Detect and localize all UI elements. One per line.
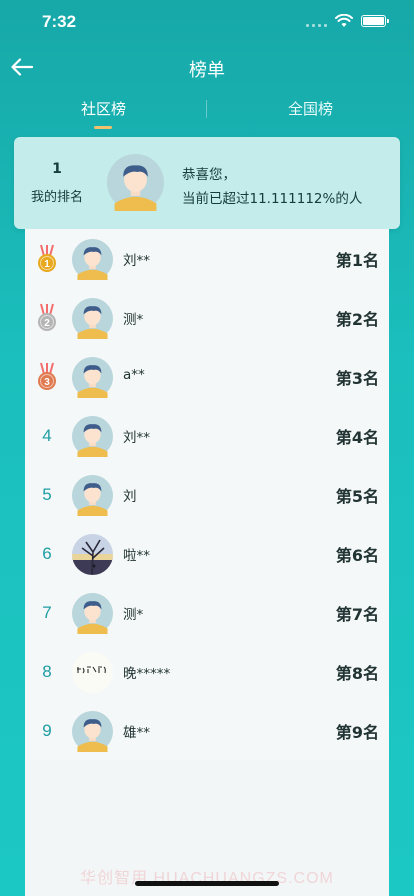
rank-cell: 4 — [33, 406, 61, 465]
list-item[interactable]: 3 a** 第3名 — [25, 347, 389, 406]
list-item[interactable]: 8 晚***** 第8名 — [25, 642, 389, 701]
medal-icon: 3 — [38, 362, 56, 390]
rank-cell: 9 — [33, 701, 61, 760]
list-item[interactable]: 7 测* 第7名 — [25, 583, 389, 642]
rank-place: 第6名 — [335, 546, 379, 565]
page-title: 榜单 — [189, 60, 225, 81]
user-name: 刘** — [123, 430, 150, 446]
congrats-text: 恭喜您， — [182, 167, 236, 183]
my-rank-label: 我的排名 — [30, 190, 83, 205]
status-bar: 7:32 — [0, 0, 414, 46]
user-name: 晚***** — [123, 666, 171, 682]
rank-number: 5 — [42, 484, 52, 504]
rank-cell: 1 — [33, 229, 61, 288]
rank-place: 第1名 — [335, 251, 379, 270]
rank-cell: 2 — [33, 288, 61, 347]
user-name: 测* — [123, 607, 144, 623]
rank-cell: 6 — [33, 524, 61, 583]
rank-number: 7 — [42, 602, 52, 622]
user-name: 啦** — [123, 548, 150, 564]
status-icons — [306, 14, 389, 28]
rank-place: 第7名 — [335, 605, 379, 624]
battery-icon — [361, 15, 389, 27]
my-rank-card: 1 我的排名 恭喜您， 当前已超过11.111112%的人 — [14, 137, 400, 229]
list-item[interactable]: 1 刘** 第1名 — [25, 229, 389, 288]
avatar — [72, 357, 113, 398]
medal-icon: 1 — [38, 244, 56, 272]
medal-number: 2 — [44, 318, 50, 329]
avatar — [72, 416, 113, 457]
list-item[interactable]: 5 刘 第5名 — [25, 465, 389, 524]
rank-place: 第8名 — [335, 664, 379, 683]
rank-number: 4 — [42, 425, 52, 445]
user-name: 雄** — [123, 725, 150, 741]
user-name: 测* — [123, 312, 144, 328]
exceed-text: 当前已超过11.111112%的人 — [182, 191, 363, 207]
nav-bar: 榜单 — [0, 46, 414, 90]
avatar — [72, 534, 113, 575]
user-name: 刘** — [123, 253, 150, 269]
list-item[interactable]: 4 刘** 第4名 — [25, 406, 389, 465]
rank-cell: 7 — [33, 583, 61, 642]
status-time: 7:32 — [42, 12, 77, 31]
list-item[interactable]: 6 啦** 第6名 — [25, 524, 389, 583]
home-indicator — [135, 881, 279, 886]
my-rank-number: 1 — [52, 161, 62, 177]
rank-place: 第9名 — [335, 723, 379, 742]
rank-number: 6 — [42, 543, 52, 563]
ranking-panel: 1 刘** 第1名 2 测* 第2名 3 a** 第3名 4 刘** 第4名 5 刘 第5名 6 啦** 第6名 7… — [25, 229, 389, 896]
avatar — [72, 711, 113, 752]
user-name: a** — [123, 367, 145, 383]
avatar — [72, 593, 113, 634]
medal-icon: 2 — [38, 303, 56, 331]
rank-place: 第3名 — [335, 369, 379, 388]
rank-place: 第5名 — [335, 487, 379, 506]
list-item[interactable]: 9 雄** 第9名 — [25, 701, 389, 760]
avatar — [72, 652, 113, 693]
ranking-list: 1 刘** 第1名 2 测* 第2名 3 a** 第3名 4 刘** 第4名 5 刘 第5名 6 啦** 第6名 7… — [25, 229, 389, 760]
tab-community[interactable]: 社区榜 — [0, 98, 207, 119]
medal-number: 3 — [44, 377, 50, 388]
rank-cell: 3 — [33, 347, 61, 406]
avatar — [72, 475, 113, 516]
rank-cell: 8 — [33, 642, 61, 701]
rank-place: 第2名 — [335, 310, 379, 329]
tab-national[interactable]: 全国榜 — [207, 98, 414, 119]
signal-icon — [306, 15, 327, 27]
wifi-icon — [335, 14, 353, 27]
rank-number: 9 — [42, 720, 52, 740]
avatar — [72, 298, 113, 339]
my-avatar — [107, 154, 164, 211]
user-name: 刘 — [123, 489, 137, 505]
tab-active-indicator — [94, 126, 112, 129]
rank-cell: 5 — [33, 465, 61, 524]
tab-bar: 社区榜 全国榜 — [0, 92, 414, 132]
rank-number: 8 — [42, 661, 52, 681]
avatar — [72, 239, 113, 280]
medal-number: 1 — [44, 259, 50, 270]
list-item[interactable]: 2 测* 第2名 — [25, 288, 389, 347]
rank-place: 第4名 — [335, 428, 379, 447]
